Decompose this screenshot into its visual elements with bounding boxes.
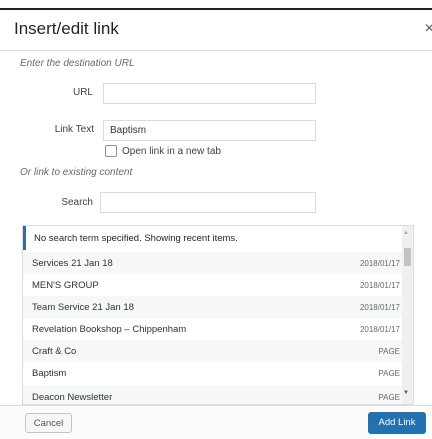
- item-title: Baptism: [32, 368, 67, 379]
- item-meta: PAGE: [378, 369, 400, 378]
- scroll-thumb[interactable]: [404, 248, 411, 266]
- scroll-up-icon[interactable]: ▲: [403, 230, 409, 236]
- item-title: Team Service 21 Jan 18: [32, 302, 134, 313]
- search-label: Search: [61, 197, 93, 208]
- list-item[interactable]: Baptism PAGE: [23, 362, 403, 384]
- cancel-button[interactable]: Cancel: [25, 413, 72, 433]
- item-title: Craft & Co: [32, 346, 77, 357]
- list-item[interactable]: MEN'S GROUP 2018/01/17: [23, 274, 403, 296]
- existing-content-label: Or link to existing content: [20, 167, 133, 178]
- list-item[interactable]: Team Service 21 Jan 18 2018/01/17: [23, 296, 403, 318]
- item-meta: PAGE: [378, 393, 400, 402]
- item-meta: 2018/01/17: [359, 325, 400, 334]
- item-title: Services 21 Jan 18: [32, 258, 113, 269]
- link-text-label: Link Text: [54, 124, 94, 135]
- url-input[interactable]: [103, 83, 316, 104]
- link-text-input[interactable]: [103, 120, 316, 141]
- item-meta: 2018/01/17: [359, 259, 400, 268]
- item-title: Revelation Bookshop – Chippenham: [32, 324, 187, 335]
- item-title: MEN'S GROUP: [32, 280, 99, 291]
- list-item[interactable]: Deacon Newsletter PAGE: [23, 386, 403, 404]
- list-item[interactable]: Services 21 Jan 18 2018/01/17: [23, 252, 403, 274]
- no-search-notice: No search term specified. Showing recent…: [23, 226, 403, 250]
- search-input[interactable]: [100, 192, 316, 213]
- close-icon[interactable]: ×: [425, 20, 432, 38]
- item-title: Deacon Newsletter: [32, 392, 113, 403]
- scroll-down-icon[interactable]: ▼: [403, 390, 409, 396]
- add-link-button[interactable]: Add Link: [368, 412, 426, 434]
- dialog-title: Insert/edit link: [14, 19, 119, 38]
- list-item[interactable]: Craft & Co PAGE: [23, 340, 403, 362]
- new-tab-label[interactable]: Open link in a new tab: [122, 146, 221, 157]
- url-label: URL: [72, 87, 93, 98]
- item-meta: 2018/01/17: [359, 281, 400, 290]
- top-edge: [0, 0, 432, 10]
- insert-link-dialog: Insert/edit link × Enter the destination…: [0, 10, 432, 439]
- item-meta: PAGE: [378, 347, 400, 356]
- new-tab-checkbox[interactable]: [105, 145, 117, 157]
- list-item[interactable]: Revelation Bookshop – Chippenham 2018/01…: [23, 318, 403, 340]
- dialog-titlebar: Insert/edit link ×: [0, 10, 432, 51]
- url-section-label: Enter the destination URL: [20, 58, 135, 69]
- results-scrollbar[interactable]: ▲ ▼: [402, 226, 413, 404]
- item-meta: 2018/01/17: [359, 303, 400, 312]
- dialog-footer: Cancel Add Link: [0, 405, 432, 439]
- results-list: No search term specified. Showing recent…: [22, 225, 414, 405]
